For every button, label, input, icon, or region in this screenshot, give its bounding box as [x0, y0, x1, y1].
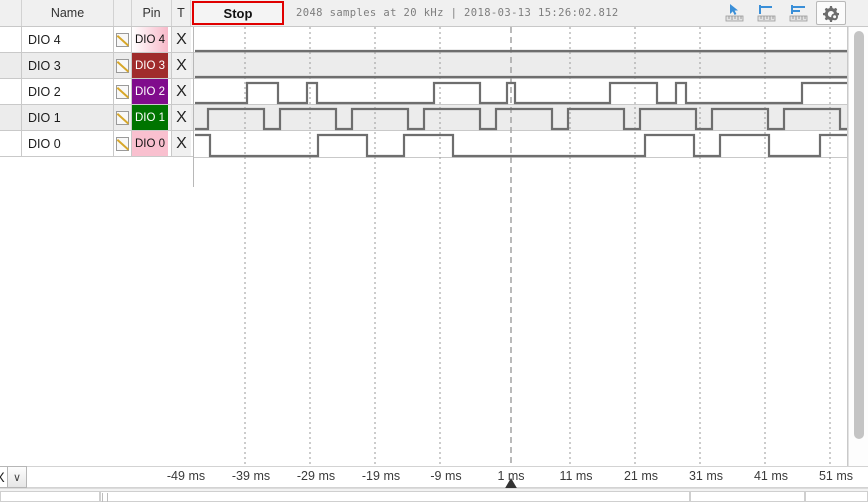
axis-tick-label: -39 ms: [231, 469, 271, 483]
axis-tick-label: -19 ms: [361, 469, 401, 483]
marker-range-icon[interactable]: [784, 1, 814, 25]
axis-tick-label: 51 ms: [818, 469, 854, 483]
edit-icon[interactable]: [114, 131, 132, 156]
channel-name[interactable]: DIO 1: [22, 105, 114, 130]
row-grip[interactable]: [0, 53, 22, 78]
column-header-edit: [114, 0, 132, 26]
vertical-scrollbar[interactable]: [848, 27, 868, 466]
row-grip[interactable]: [0, 105, 22, 130]
pin-chip: DIO 2: [132, 79, 168, 104]
stop-button[interactable]: Stop: [192, 1, 284, 25]
channel-name[interactable]: DIO 0: [22, 131, 114, 156]
axis-tick-label: -49 ms: [166, 469, 206, 483]
edit-icon[interactable]: [114, 53, 132, 78]
combo-value[interactable]: X: [0, 466, 8, 488]
scrollbar-grip[interactable]: [102, 493, 108, 502]
trigger-toggle[interactable]: X: [172, 53, 191, 78]
channel-filter-combo[interactable]: X ∨: [0, 466, 27, 488]
trigger-toggle[interactable]: X: [172, 105, 191, 130]
column-header-grip: [0, 0, 22, 26]
pin-chip: DIO 4: [132, 27, 168, 52]
edit-icon[interactable]: [114, 105, 132, 130]
axis-tick-label: 41 ms: [753, 469, 789, 483]
logic-analyzer-window: Name Pin T Stop 2048 samples at 20 kHz |…: [0, 0, 868, 502]
table-row[interactable]: DIO 2 DIO 2 X: [0, 79, 193, 105]
table-row[interactable]: DIO 3 DIO 3 X: [0, 53, 193, 79]
table-row[interactable]: DIO 0 DIO 0 X: [0, 131, 193, 157]
axis-tick-label: 11 ms: [559, 469, 593, 483]
capture-status-text: 2048 samples at 20 kHz | 2018-03-13 15:2…: [296, 7, 619, 19]
pin-chip: DIO 3: [132, 53, 168, 78]
table-row[interactable]: DIO 1 DIO 1 X: [0, 105, 193, 131]
column-header-name[interactable]: Name: [22, 0, 114, 26]
pin-chip: DIO 1: [132, 105, 168, 130]
row-band-dio3: [193, 53, 847, 79]
gear-icon[interactable]: [816, 1, 846, 25]
waveform-canvas[interactable]: [193, 27, 848, 466]
header-tools: [720, 0, 868, 26]
horizontal-scrollbar[interactable]: [0, 488, 868, 502]
axis-tick-label: -29 ms: [296, 469, 336, 483]
hscroll-segment[interactable]: [690, 491, 805, 502]
waveform-plot[interactable]: [193, 27, 848, 466]
pin-cell[interactable]: DIO 0: [132, 131, 172, 156]
channel-name[interactable]: DIO 3: [22, 53, 114, 78]
pin-chip: DIO 0: [132, 131, 168, 156]
vertical-scrollbar-thumb[interactable]: [854, 31, 864, 439]
column-header-trigger[interactable]: T: [172, 0, 191, 26]
column-header-pin[interactable]: Pin: [132, 0, 172, 26]
table-row[interactable]: DIO 4 DIO 4 X: [0, 27, 193, 53]
hscroll-segment[interactable]: [805, 491, 868, 502]
time-axis[interactable]: -49 ms -39 ms -29 ms -19 ms -9 ms 1 ms 1…: [0, 466, 868, 490]
pin-cell[interactable]: DIO 2: [132, 79, 172, 104]
channel-name[interactable]: DIO 2: [22, 79, 114, 104]
row-grip[interactable]: [0, 131, 22, 156]
header-bar: Name Pin T Stop 2048 samples at 20 kHz |…: [0, 0, 868, 27]
horizontal-scrollbar-thumb[interactable]: [100, 491, 690, 502]
chevron-down-icon[interactable]: ∨: [8, 466, 27, 488]
horizontal-scrollbar-track[interactable]: [0, 491, 868, 502]
pin-cell[interactable]: DIO 4: [132, 27, 172, 52]
trigger-toggle[interactable]: X: [172, 27, 191, 52]
row-grip[interactable]: [0, 79, 22, 104]
trace-dio0: [195, 133, 847, 158]
time-gridlines: [244, 27, 831, 466]
pin-cell[interactable]: DIO 3: [132, 53, 172, 78]
pin-cell[interactable]: DIO 1: [132, 105, 172, 130]
channel-list: DIO 4 DIO 4 X DIO 3 DIO 3 X DIO 2 DIO 2 …: [0, 27, 193, 157]
marker-left-icon[interactable]: [752, 1, 782, 25]
hscroll-segment[interactable]: [0, 491, 100, 502]
trace-dio2: [195, 81, 847, 105]
axis-tick-label: 31 ms: [688, 469, 724, 483]
channel-name[interactable]: DIO 4: [22, 27, 114, 52]
trigger-toggle[interactable]: X: [172, 79, 191, 104]
axis-tick-label: 21 ms: [623, 469, 659, 483]
axis-tick-label: -9 ms: [430, 469, 462, 483]
edit-icon[interactable]: [114, 79, 132, 104]
edit-icon[interactable]: [114, 27, 132, 52]
trigger-toggle[interactable]: X: [172, 131, 191, 156]
cursor-ruler-icon[interactable]: [720, 1, 750, 25]
row-grip[interactable]: [0, 27, 22, 52]
